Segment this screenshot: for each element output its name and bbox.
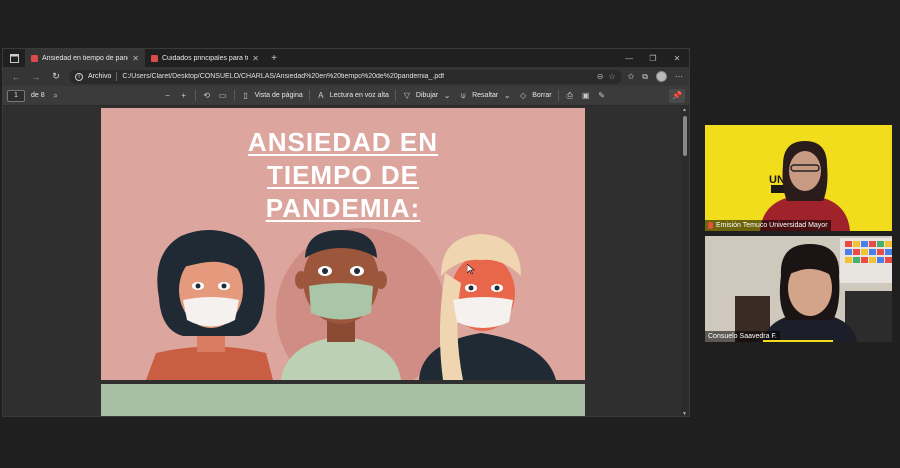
page-total: de 8 bbox=[31, 92, 45, 99]
divider bbox=[557, 90, 559, 101]
erase-label: Borrar bbox=[532, 92, 552, 99]
video-tile[interactable]: Consuelo Saavedra F. bbox=[705, 236, 892, 342]
participant-video: UN bbox=[760, 141, 850, 231]
minimize-icon[interactable]: — bbox=[617, 54, 641, 63]
read-aloud-button[interactable]: A Lectura en voz alta bbox=[316, 91, 389, 100]
fit-icon[interactable]: ▭ bbox=[218, 91, 228, 100]
title-line: PANDEMIA: bbox=[265, 193, 421, 223]
tab-cuidados[interactable]: Cuidados principales para tu salud ✕ bbox=[145, 49, 265, 67]
pdf-page-next bbox=[101, 384, 585, 416]
chevron-down-icon[interactable]: ⌄ bbox=[502, 91, 512, 100]
address-bar: ← → ↻ i Archivo C:/Users/Claret/Desktop/… bbox=[3, 67, 689, 86]
zoom-out-icon[interactable]: − bbox=[163, 91, 173, 100]
info-icon[interactable]: i bbox=[75, 72, 83, 81]
profile-icon[interactable] bbox=[656, 71, 667, 82]
favorite-star-icon[interactable]: ☆ bbox=[608, 72, 615, 81]
read-aloud-icon: A bbox=[318, 91, 324, 100]
scroll-up-icon[interactable]: ▲ bbox=[682, 107, 687, 113]
address-actions: ✩ ⧉ ⋯ bbox=[628, 71, 683, 82]
participant-name-bar: Emisión Temuco Universidad Mayor bbox=[705, 220, 831, 231]
save-icon[interactable]: ▣ bbox=[581, 91, 591, 100]
rotate-icon[interactable]: ⟲ bbox=[202, 91, 212, 100]
search-icon[interactable]: ⌕ bbox=[51, 91, 61, 101]
mic-muted-icon bbox=[708, 222, 713, 229]
pin-icon[interactable]: 📌 bbox=[669, 88, 685, 103]
highlight-button[interactable]: ⍦ Resaltar ⌄ bbox=[458, 91, 512, 101]
back-icon[interactable]: ← bbox=[9, 72, 23, 82]
window-controls: — ❐ ✕ bbox=[617, 54, 689, 63]
url-field[interactable]: i Archivo C:/Users/Claret/Desktop/CONSUE… bbox=[69, 69, 622, 84]
tab-ansiedad[interactable]: Ansiedad en tiempo de pandemia ✕ bbox=[25, 49, 145, 67]
print-icon[interactable]: ⎙ bbox=[565, 91, 575, 101]
pdf-page: ANSIEDAD EN TIEMPO DE PANDEMIA: bbox=[101, 108, 585, 380]
collections-icon[interactable]: ⧉ bbox=[642, 72, 648, 82]
read-aloud-label: Lectura en voz alta bbox=[329, 92, 389, 99]
erase-button[interactable]: ◇ Borrar bbox=[518, 91, 552, 100]
draw-label: Dibujar bbox=[415, 92, 439, 99]
woman-figure bbox=[146, 229, 273, 380]
highlight-label: Resaltar bbox=[472, 92, 499, 99]
video-tile[interactable]: UN Emisión Temuco Universidad Mayor bbox=[705, 125, 892, 231]
url-text[interactable]: C:/Users/Claret/Desktop/CONSUELO/CHARLAS… bbox=[122, 73, 591, 80]
mouse-cursor-icon bbox=[467, 264, 475, 274]
favorites-icon[interactable]: ✩ bbox=[628, 72, 635, 81]
pdf-icon bbox=[31, 54, 38, 62]
more-icon[interactable]: ⋯ bbox=[675, 72, 683, 81]
scroll-down-icon[interactable]: ▼ bbox=[682, 411, 687, 416]
tab-label: Ansiedad en tiempo de pandemia bbox=[42, 54, 128, 62]
pdf-toolbar: 1 de 8 ⌕ − + ⟲ ▭ ▯ Vista de página A Lec… bbox=[3, 86, 689, 106]
page-number-input[interactable]: 1 bbox=[7, 89, 25, 102]
pdf-viewer[interactable]: ANSIEDAD EN TIEMPO DE PANDEMIA: bbox=[3, 106, 683, 416]
close-window-icon[interactable]: ✕ bbox=[665, 54, 689, 63]
save-as-icon[interactable]: ✎ bbox=[597, 91, 607, 100]
divider bbox=[116, 72, 118, 81]
page-view-label: Vista de página bbox=[254, 92, 303, 99]
title-line: ANSIEDAD EN bbox=[247, 127, 439, 157]
vertical-scrollbar[interactable]: ▲ ▼ bbox=[681, 106, 689, 416]
divider bbox=[308, 90, 310, 101]
participant-video bbox=[705, 236, 892, 342]
erase-icon: ◇ bbox=[520, 91, 527, 100]
forward-icon[interactable]: → bbox=[29, 72, 43, 82]
chevron-down-icon[interactable]: ⌄ bbox=[442, 91, 452, 100]
slide-title: ANSIEDAD EN TIEMPO DE PANDEMIA: bbox=[101, 126, 585, 225]
refresh-icon[interactable]: ↻ bbox=[49, 71, 63, 82]
page-view-button[interactable]: ▯ Vista de página bbox=[241, 91, 303, 100]
divider bbox=[233, 90, 235, 101]
zoom-icon[interactable]: ⊖ bbox=[597, 72, 604, 81]
tab-label: Cuidados principales para tu salud bbox=[162, 54, 248, 62]
active-speaker-indicator bbox=[763, 340, 833, 342]
screen: Ansiedad en tiempo de pandemia ✕ Cuidado… bbox=[0, 0, 900, 468]
participant-name: Emisión Temuco Universidad Mayor bbox=[716, 222, 828, 229]
new-tab-button[interactable]: + bbox=[265, 53, 283, 64]
restore-icon[interactable]: ❐ bbox=[641, 54, 665, 63]
protocol-label: Archivo bbox=[88, 73, 112, 80]
draw-icon: ▽ bbox=[403, 91, 410, 100]
tab-actions-icon[interactable] bbox=[3, 49, 25, 67]
title-bar: Ansiedad en tiempo de pandemia ✕ Cuidado… bbox=[3, 49, 689, 67]
pdf-icon bbox=[151, 54, 158, 62]
page-view-icon: ▯ bbox=[243, 91, 248, 100]
divider bbox=[194, 90, 196, 101]
divider bbox=[394, 90, 396, 101]
highlight-icon: ⍦ bbox=[460, 90, 466, 100]
scroll-thumb[interactable] bbox=[683, 116, 687, 156]
title-line: TIEMPO DE bbox=[266, 160, 419, 190]
close-tab-icon[interactable]: ✕ bbox=[132, 54, 139, 63]
browser-window: Ansiedad en tiempo de pandemia ✕ Cuidado… bbox=[2, 48, 690, 417]
close-tab-icon[interactable]: ✕ bbox=[252, 54, 259, 63]
draw-button[interactable]: ▽ Dibujar ⌄ bbox=[402, 91, 452, 100]
zoom-in-icon[interactable]: + bbox=[179, 91, 189, 100]
